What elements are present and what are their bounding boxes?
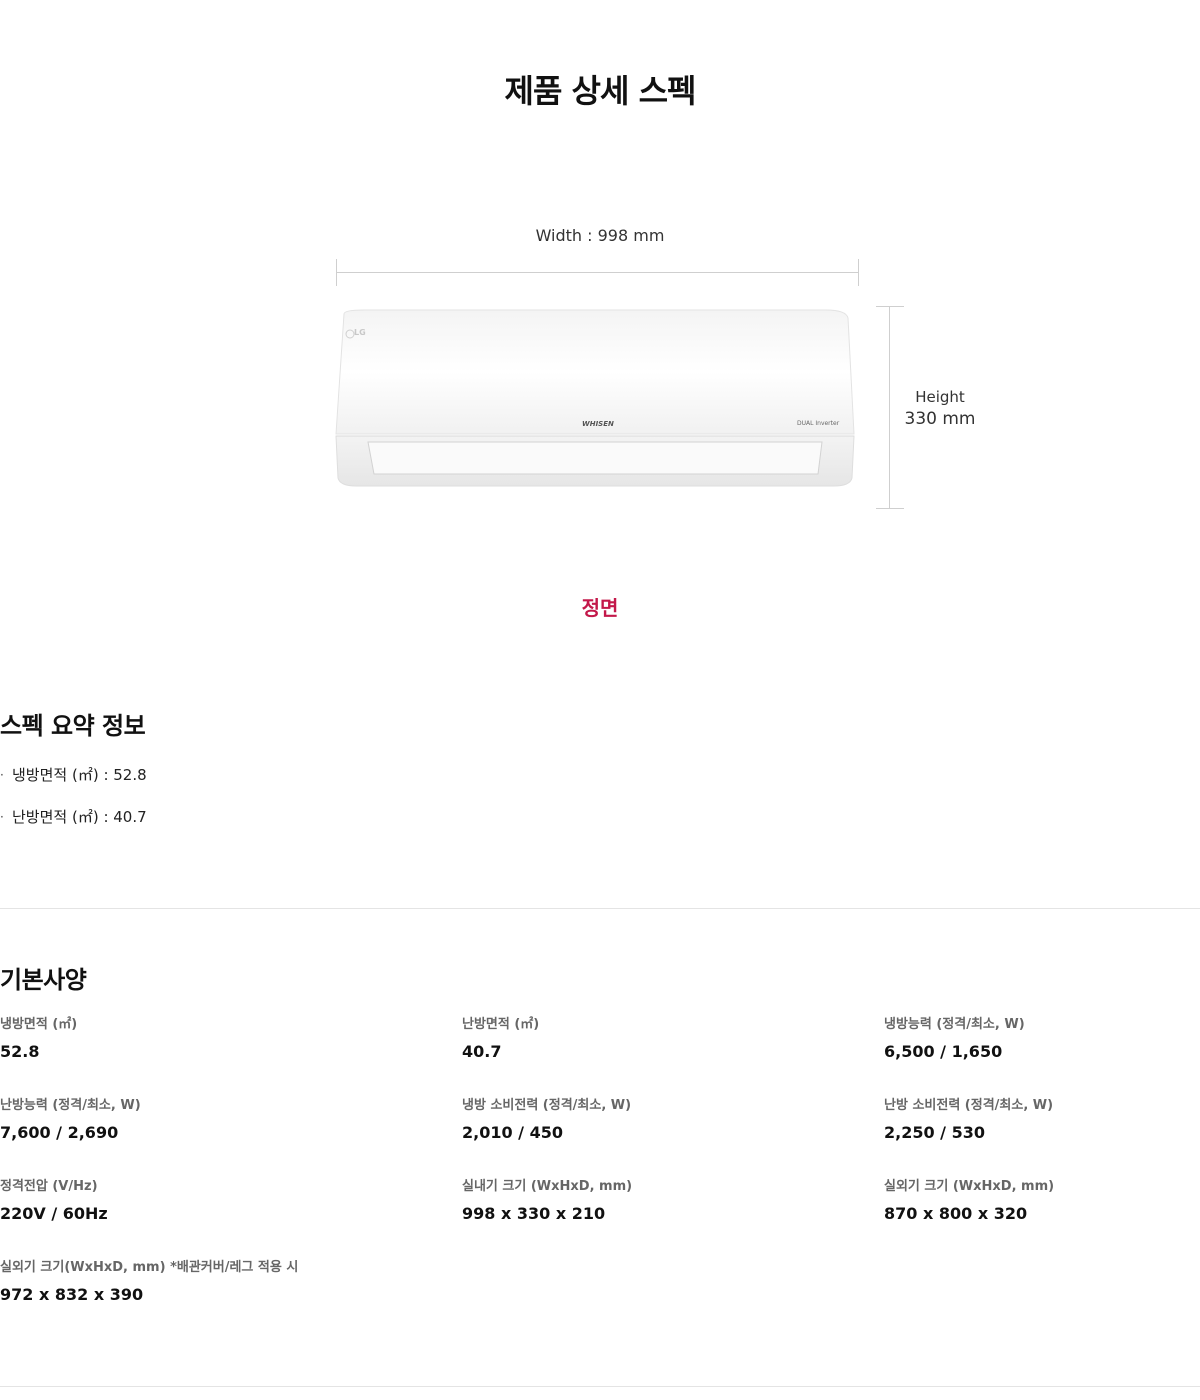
spec-item-indoor-size: 실내기 크기 (WxHxD, mm) 998 x 330 x 210	[462, 1176, 842, 1225]
spec-label: 냉방 소비전력 (정격/최소, W)	[462, 1098, 632, 1113]
spec-label: 실외기 크기 (WxHxD, mm)	[884, 1179, 1055, 1194]
spec-label: 냉방면적 (㎡)	[0, 1017, 78, 1032]
spec-value: 220V / 60Hz	[0, 1204, 108, 1223]
spec-value: 7,600 / 2,690	[0, 1123, 119, 1142]
height-label: Height 330 mm	[898, 387, 982, 429]
spec-value: 2,010 / 450	[462, 1123, 563, 1142]
height-value: 330 mm	[904, 409, 976, 429]
summary-list: · 냉방면적 (㎡) : 52.8 · 난방면적 (㎡) : 40.7	[0, 764, 147, 848]
width-tick-left	[336, 259, 337, 286]
spec-label: 정격전압 (V/Hz)	[0, 1179, 98, 1194]
spec-label: 실외기 크기(WxHxD, mm) *배관커버/레그 적용 시	[0, 1260, 299, 1275]
height-dimension-line	[889, 306, 890, 509]
spec-label: 냉방능력 (정격/최소, W)	[884, 1017, 1025, 1032]
whisen-logo: WHISEN	[582, 420, 614, 428]
spec-label: 난방면적 (㎡)	[462, 1017, 540, 1032]
section-divider	[0, 908, 1200, 909]
spec-value: 6,500 / 1,650	[884, 1042, 1003, 1061]
spec-item-cooling-capacity: 냉방능력 (정격/최소, W) 6,500 / 1,650	[884, 1014, 1200, 1063]
summary-title: 스펙 요약 정보	[0, 712, 146, 740]
spec-value: 2,250 / 530	[884, 1123, 985, 1142]
spec-value: 998 x 330 x 210	[462, 1204, 606, 1223]
width-label: Width : 998 mm	[535, 226, 665, 245]
dual-inverter-badge: DUAL Inverter	[797, 420, 840, 427]
height-label-text: Height	[915, 388, 965, 406]
spec-value: 972 x 832 x 390	[0, 1285, 144, 1304]
front-view-label: 정면	[581, 596, 619, 620]
spec-item-cooling-area: 냉방면적 (㎡) 52.8	[0, 1014, 380, 1063]
summary-item: · 난방면적 (㎡) : 40.7	[0, 808, 147, 826]
spec-value: 40.7	[462, 1042, 502, 1061]
spec-item-outdoor-size: 실외기 크기 (WxHxD, mm) 870 x 800 x 320	[884, 1176, 1200, 1225]
spec-item-cooling-power: 냉방 소비전력 (정격/최소, W) 2,010 / 450	[462, 1095, 842, 1144]
bullet-icon: ·	[0, 810, 4, 824]
summary-item: · 냉방면적 (㎡) : 52.8	[0, 766, 147, 784]
spec-section-title: 기본사양	[0, 966, 87, 994]
spec-value: 52.8	[0, 1042, 40, 1061]
spec-item-heating-capacity: 난방능력 (정격/최소, W) 7,600 / 2,690	[0, 1095, 380, 1144]
height-tick-bottom	[876, 508, 904, 509]
spec-item-outdoor-size-with-cover: 실외기 크기(WxHxD, mm) *배관커버/레그 적용 시 972 x 83…	[0, 1257, 440, 1306]
bullet-icon: ·	[0, 768, 4, 782]
height-tick-top	[876, 306, 904, 307]
spec-value: 870 x 800 x 320	[884, 1204, 1028, 1223]
spec-item-heating-area: 난방면적 (㎡) 40.7	[462, 1014, 842, 1063]
air-conditioner-image	[335, 309, 855, 487]
lg-logo: LG	[354, 328, 366, 337]
width-tick-right	[858, 259, 859, 286]
section-divider	[0, 1386, 1200, 1387]
spec-label: 실내기 크기 (WxHxD, mm)	[462, 1179, 633, 1194]
spec-item-rated-voltage: 정격전압 (V/Hz) 220V / 60Hz	[0, 1176, 380, 1225]
spec-label: 난방능력 (정격/최소, W)	[0, 1098, 141, 1113]
spec-label: 난방 소비전력 (정격/최소, W)	[884, 1098, 1054, 1113]
page-title: 제품 상세 스펙	[504, 72, 697, 110]
width-dimension-line	[336, 272, 859, 273]
spec-item-heating-power: 난방 소비전력 (정격/최소, W) 2,250 / 530	[884, 1095, 1200, 1144]
